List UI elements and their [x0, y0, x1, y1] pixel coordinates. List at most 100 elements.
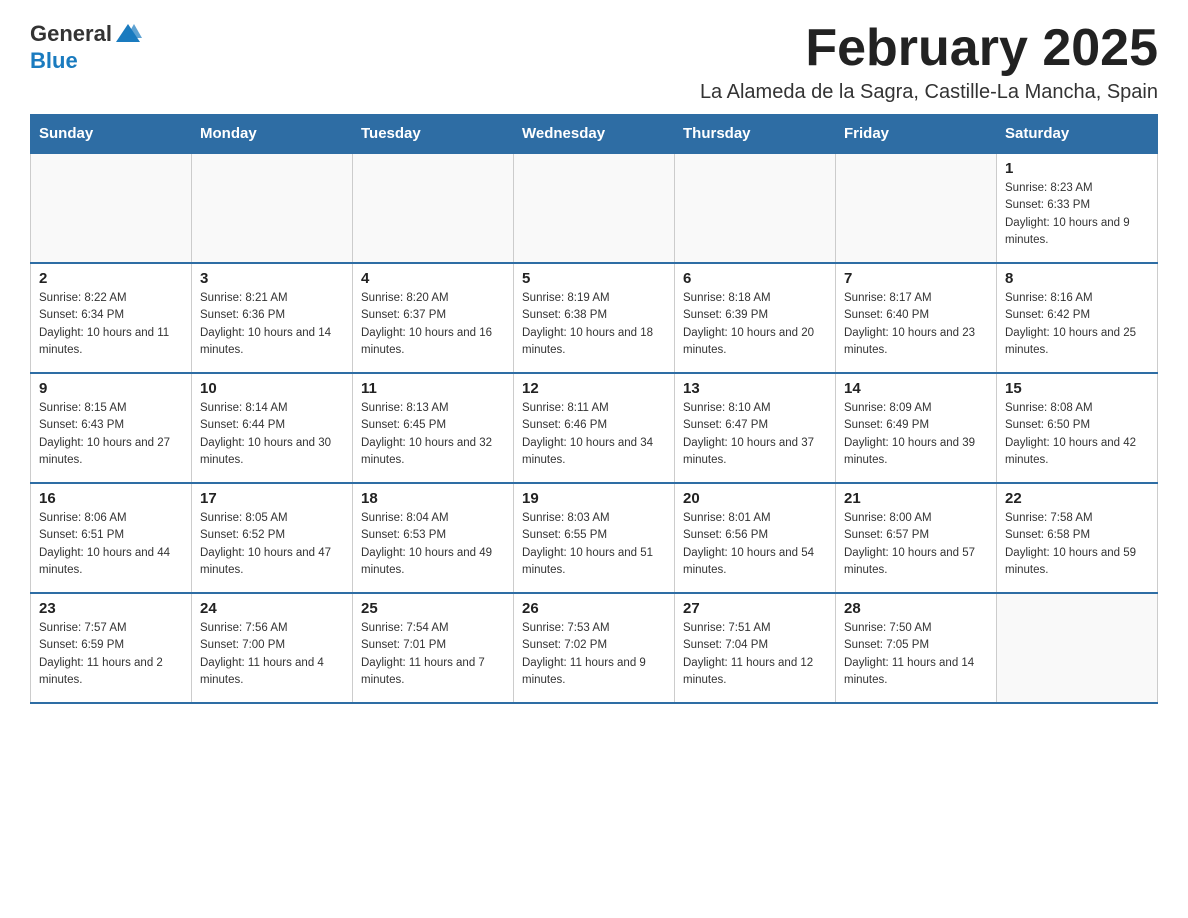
table-row: 23 Sunrise: 7:57 AMSunset: 6:59 PMDayligh…: [31, 593, 192, 703]
table-row: [353, 153, 514, 263]
table-row: 12 Sunrise: 8:11 AMSunset: 6:46 PMDayligh…: [514, 373, 675, 483]
day-number: 21: [844, 490, 988, 507]
day-number: 12: [522, 380, 666, 397]
day-number: 27: [683, 600, 827, 617]
table-row: 9 Sunrise: 8:15 AMSunset: 6:43 PMDaylight…: [31, 373, 192, 483]
table-row: [997, 593, 1158, 703]
day-info: Sunrise: 8:23 AMSunset: 6:33 PMDaylight:…: [1005, 180, 1149, 249]
weekday-header-row: Sunday Monday Tuesday Wednesday Thursday…: [31, 115, 1158, 154]
day-info: Sunrise: 7:50 AMSunset: 7:05 PMDaylight:…: [844, 620, 988, 689]
month-year-title: February 2025: [700, 20, 1158, 77]
day-info: Sunrise: 8:14 AMSunset: 6:44 PMDaylight:…: [200, 400, 344, 469]
table-row: 24 Sunrise: 7:56 AMSunset: 7:00 PMDayligh…: [192, 593, 353, 703]
title-block: February 2025 La Alameda de la Sagra, Ca…: [700, 20, 1158, 104]
day-number: 23: [39, 600, 183, 617]
week-row-3: 9 Sunrise: 8:15 AMSunset: 6:43 PMDaylight…: [31, 373, 1158, 483]
day-number: 19: [522, 490, 666, 507]
location-subtitle: La Alameda de la Sagra, Castille-La Manc…: [700, 81, 1158, 104]
table-row: 11Sunrise: 8:13 AMSunset: 6:45 PMDayligh…: [353, 373, 514, 483]
day-info: Sunrise: 7:57 AMSunset: 6:59 PMDaylight:…: [39, 620, 183, 689]
day-info: Sunrise: 8:21 AMSunset: 6:36 PMDaylight:…: [200, 290, 344, 359]
day-number: 25: [361, 600, 505, 617]
day-number: 7: [844, 270, 988, 287]
day-info: Sunrise: 8:05 AMSunset: 6:52 PMDaylight:…: [200, 510, 344, 579]
day-info: Sunrise: 8:08 AMSunset: 6:50 PMDaylight:…: [1005, 400, 1149, 469]
table-row: 17 Sunrise: 8:05 AMSunset: 6:52 PMDayligh…: [192, 483, 353, 593]
day-number: 4: [361, 270, 505, 287]
table-row: 28 Sunrise: 7:50 AMSunset: 7:05 PMDayligh…: [836, 593, 997, 703]
table-row: 25 Sunrise: 7:54 AMSunset: 7:01 PMDayligh…: [353, 593, 514, 703]
day-number: 16: [39, 490, 183, 507]
table-row: [836, 153, 997, 263]
day-info: Sunrise: 8:20 AMSunset: 6:37 PMDaylight:…: [361, 290, 505, 359]
day-info: Sunrise: 8:16 AMSunset: 6:42 PMDaylight:…: [1005, 290, 1149, 359]
week-row-1: 1Sunrise: 8:23 AMSunset: 6:33 PMDaylight…: [31, 153, 1158, 263]
day-number: 3: [200, 270, 344, 287]
day-number: 26: [522, 600, 666, 617]
day-info: Sunrise: 8:01 AMSunset: 6:56 PMDaylight:…: [683, 510, 827, 579]
day-number: 20: [683, 490, 827, 507]
day-number: 17: [200, 490, 344, 507]
day-info: Sunrise: 8:11 AMSunset: 6:46 PMDaylight:…: [522, 400, 666, 469]
table-row: 7 Sunrise: 8:17 AMSunset: 6:40 PMDaylight…: [836, 263, 997, 373]
day-info: Sunrise: 8:17 AMSunset: 6:40 PMDaylight:…: [844, 290, 988, 359]
calendar-table: Sunday Monday Tuesday Wednesday Thursday…: [30, 114, 1158, 704]
day-number: 9: [39, 380, 183, 397]
page-header: General Blue February 2025 La Alameda de…: [30, 20, 1158, 104]
day-number: 28: [844, 600, 988, 617]
table-row: 20 Sunrise: 8:01 AMSunset: 6:56 PMDayligh…: [675, 483, 836, 593]
day-info: Sunrise: 8:22 AMSunset: 6:34 PMDaylight:…: [39, 290, 183, 359]
day-number: 15: [1005, 380, 1149, 397]
table-row: [192, 153, 353, 263]
day-info: Sunrise: 7:51 AMSunset: 7:04 PMDaylight:…: [683, 620, 827, 689]
day-number: 2: [39, 270, 183, 287]
header-thursday: Thursday: [675, 115, 836, 154]
table-row: 8Sunrise: 8:16 AMSunset: 6:42 PMDaylight…: [997, 263, 1158, 373]
day-info: Sunrise: 8:19 AMSunset: 6:38 PMDaylight:…: [522, 290, 666, 359]
table-row: 21 Sunrise: 8:00 AMSunset: 6:57 PMDayligh…: [836, 483, 997, 593]
table-row: 27 Sunrise: 7:51 AMSunset: 7:04 PMDayligh…: [675, 593, 836, 703]
table-row: 19 Sunrise: 8:03 AMSunset: 6:55 PMDayligh…: [514, 483, 675, 593]
table-row: 3 Sunrise: 8:21 AMSunset: 6:36 PMDaylight…: [192, 263, 353, 373]
day-info: Sunrise: 7:54 AMSunset: 7:01 PMDaylight:…: [361, 620, 505, 689]
table-row: 26 Sunrise: 7:53 AMSunset: 7:02 PMDayligh…: [514, 593, 675, 703]
table-row: 1Sunrise: 8:23 AMSunset: 6:33 PMDaylight…: [997, 153, 1158, 263]
day-info: Sunrise: 7:56 AMSunset: 7:00 PMDaylight:…: [200, 620, 344, 689]
table-row: 22 Sunrise: 7:58 AMSunset: 6:58 PMDayligh…: [997, 483, 1158, 593]
header-sunday: Sunday: [31, 115, 192, 154]
day-number: 22: [1005, 490, 1149, 507]
week-row-4: 16 Sunrise: 8:06 AMSunset: 6:51 PMDayligh…: [31, 483, 1158, 593]
day-info: Sunrise: 8:15 AMSunset: 6:43 PMDaylight:…: [39, 400, 183, 469]
day-info: Sunrise: 8:09 AMSunset: 6:49 PMDaylight:…: [844, 400, 988, 469]
table-row: 4 Sunrise: 8:20 AMSunset: 6:37 PMDaylight…: [353, 263, 514, 373]
day-number: 10: [200, 380, 344, 397]
day-number: 24: [200, 600, 344, 617]
day-info: Sunrise: 8:00 AMSunset: 6:57 PMDaylight:…: [844, 510, 988, 579]
day-number: 13: [683, 380, 827, 397]
week-row-2: 2 Sunrise: 8:22 AMSunset: 6:34 PMDaylight…: [31, 263, 1158, 373]
day-info: Sunrise: 7:53 AMSunset: 7:02 PMDaylight:…: [522, 620, 666, 689]
table-row: 18 Sunrise: 8:04 AMSunset: 6:53 PMDayligh…: [353, 483, 514, 593]
table-row: [31, 153, 192, 263]
day-number: 6: [683, 270, 827, 287]
day-info: Sunrise: 8:04 AMSunset: 6:53 PMDaylight:…: [361, 510, 505, 579]
header-monday: Monday: [192, 115, 353, 154]
logo: General Blue: [30, 20, 142, 74]
table-row: 13Sunrise: 8:10 AMSunset: 6:47 PMDayligh…: [675, 373, 836, 483]
header-friday: Friday: [836, 115, 997, 154]
logo-text-general: General: [30, 21, 112, 47]
day-info: Sunrise: 8:03 AMSunset: 6:55 PMDaylight:…: [522, 510, 666, 579]
day-number: 5: [522, 270, 666, 287]
table-row: 6 Sunrise: 8:18 AMSunset: 6:39 PMDaylight…: [675, 263, 836, 373]
day-number: 18: [361, 490, 505, 507]
day-info: Sunrise: 8:18 AMSunset: 6:39 PMDaylight:…: [683, 290, 827, 359]
header-wednesday: Wednesday: [514, 115, 675, 154]
table-row: 16 Sunrise: 8:06 AMSunset: 6:51 PMDayligh…: [31, 483, 192, 593]
table-row: 10 Sunrise: 8:14 AMSunset: 6:44 PMDayligh…: [192, 373, 353, 483]
logo-text-blue: Blue: [30, 48, 78, 74]
table-row: 5 Sunrise: 8:19 AMSunset: 6:38 PMDaylight…: [514, 263, 675, 373]
day-info: Sunrise: 8:06 AMSunset: 6:51 PMDaylight:…: [39, 510, 183, 579]
table-row: 14Sunrise: 8:09 AMSunset: 6:49 PMDayligh…: [836, 373, 997, 483]
day-info: Sunrise: 8:13 AMSunset: 6:45 PMDaylight:…: [361, 400, 505, 469]
day-info: Sunrise: 7:58 AMSunset: 6:58 PMDaylight:…: [1005, 510, 1149, 579]
